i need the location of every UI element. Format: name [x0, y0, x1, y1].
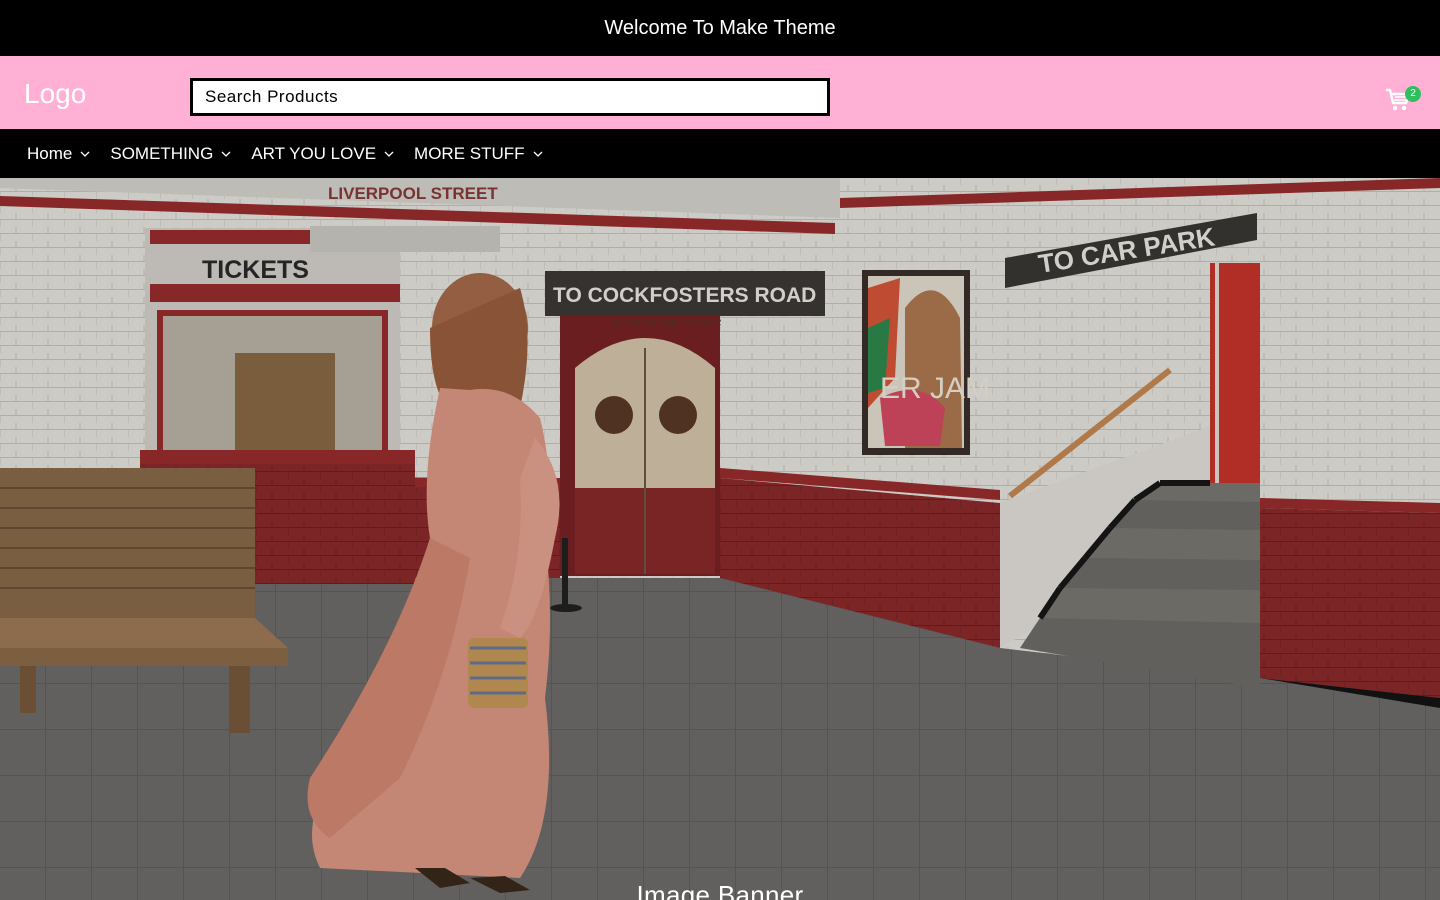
nav-item-more-stuff[interactable]: MORE STUFF	[414, 144, 543, 164]
chevron-down-icon	[384, 151, 394, 157]
announcement-text: Welcome To Make Theme	[604, 16, 836, 39]
image-banner[interactable]: TICKETS LIVERPOOL STREET TO COCKFOSTERS …	[0, 178, 1440, 900]
cart-count-badge: 2	[1405, 86, 1421, 102]
site-header: Logo 2	[0, 56, 1440, 129]
chevron-down-icon	[80, 151, 90, 157]
nav-item-label: MORE STUFF	[414, 143, 525, 163]
chevron-down-icon	[533, 151, 543, 157]
nav-item-label: ART YOU LOVE	[251, 143, 377, 163]
logo[interactable]: Logo	[24, 78, 86, 110]
nav-item-label: Home	[27, 143, 73, 163]
banner-title: Image Banner	[636, 880, 804, 900]
announcement-bar: Welcome To Make Theme	[0, 0, 1440, 56]
nav-item-label: SOMETHING	[110, 143, 214, 163]
nav-item-art-you-love[interactable]: ART YOU LOVE	[251, 144, 394, 164]
nav-item-home[interactable]: Home	[27, 144, 90, 164]
search-input[interactable]	[190, 78, 830, 116]
main-navigation: Home SOMETHING ART YOU LOVE MORE STUFF	[0, 129, 1440, 178]
nav-item-something[interactable]: SOMETHING	[110, 144, 231, 164]
banner-image: TICKETS LIVERPOOL STREET TO COCKFOSTERS …	[0, 178, 1440, 900]
cart-button[interactable]: 2	[1384, 84, 1424, 118]
chevron-down-icon	[221, 151, 231, 157]
